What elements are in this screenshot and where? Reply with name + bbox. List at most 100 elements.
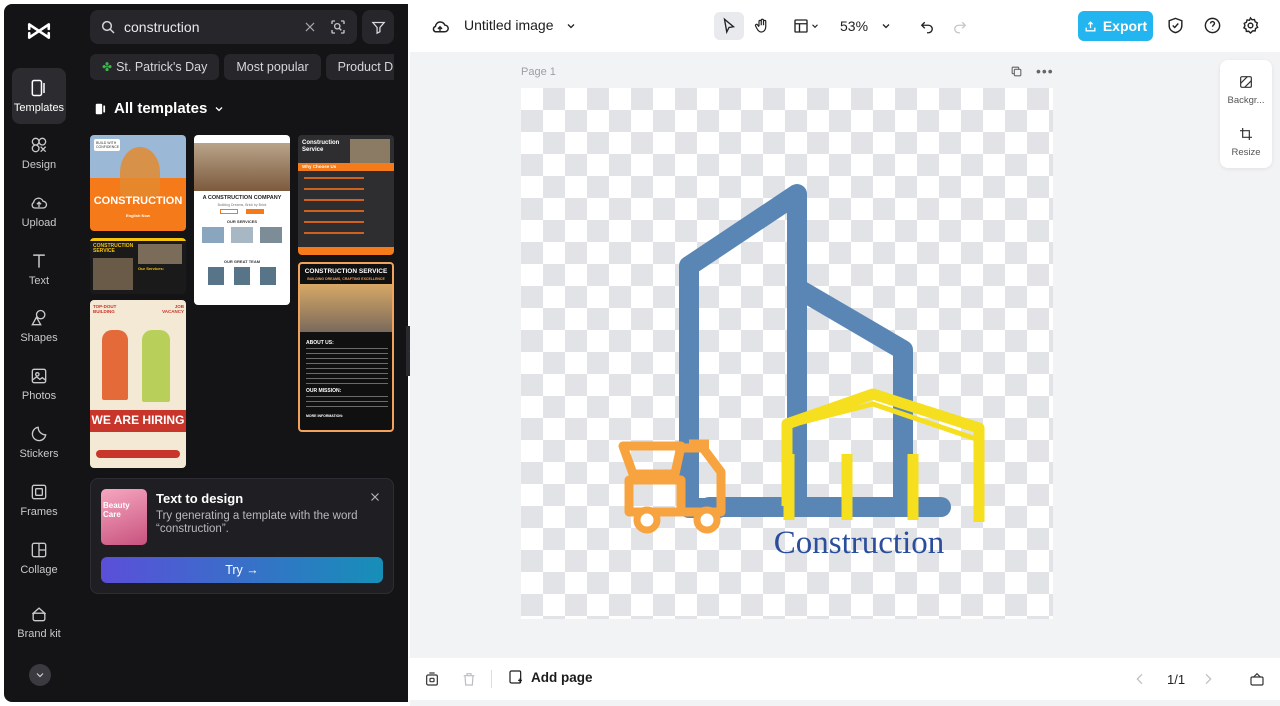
template-thumb[interactable]: CONSTRUCTION SERVICE Our Services: — [90, 238, 186, 294]
truck-wheel — [633, 506, 661, 534]
thumb-worker — [102, 330, 128, 400]
resize-tool-button[interactable]: Resize — [1220, 118, 1272, 166]
template-thumb[interactable]: CONSTRUCTION SERVICE BUILDING DREAMS, CR… — [298, 262, 394, 432]
thumb-btn — [246, 209, 264, 214]
chevron-left-icon[interactable] — [1132, 671, 1148, 687]
left-rail: Templates Design Upload Text Shapes Phot… — [4, 4, 74, 702]
chip-label: Most popular — [236, 60, 309, 74]
thumb-photo — [350, 139, 390, 165]
template-thumb[interactable]: Construction Service Why Choose Us — [298, 135, 394, 255]
try-button[interactable]: Try → — [101, 557, 383, 583]
text-icon — [33, 254, 45, 268]
hand-tool-button[interactable] — [747, 12, 777, 40]
thumb-vacancy: JOB VACANCY — [162, 304, 184, 314]
export-button[interactable]: Export — [1078, 11, 1153, 41]
duplicate-page-icon[interactable] — [1010, 65, 1023, 78]
chip-st-patricks[interactable]: ✤ St. Patrick's Day — [90, 54, 220, 80]
chip-product-discount[interactable]: Product Dis — [325, 54, 394, 80]
thumb-photo — [202, 227, 224, 243]
background-icon — [1240, 76, 1252, 88]
bottom-bar: Add page 1/1 — [410, 658, 1280, 700]
category-chips: ✤St. Patrick's Day Most popular Product Di… — [90, 54, 394, 80]
layout-tool-button[interactable] — [788, 12, 824, 40]
help-icon[interactable] — [1203, 16, 1222, 35]
page-label: Page 1 — [521, 66, 556, 78]
thumb-title: CONSTRUCTION SERVICE — [93, 243, 134, 254]
logo-text: Construction — [774, 525, 945, 561]
filter-icon — [370, 21, 386, 34]
thumb-sub: Building Dreams, Brick by Brick — [217, 203, 267, 207]
thumb-photo — [234, 267, 250, 285]
search-box[interactable]: construction — [90, 10, 357, 44]
hand-icon — [754, 18, 767, 33]
chip-most-popular[interactable]: Most popular — [224, 54, 321, 80]
select-tool-button[interactable] — [714, 12, 744, 40]
rail-item-photos[interactable]: Photos — [12, 356, 66, 412]
add-page-button[interactable]: Add page — [508, 669, 593, 685]
export-label: Export — [1102, 18, 1148, 34]
chevron-down-icon[interactable] — [565, 20, 577, 32]
template-thumb[interactable]: TOP-DOUT BUILDING JOB VACANCY WE ARE HIRI… — [90, 300, 186, 468]
undo-button[interactable] — [912, 12, 942, 40]
templates-panel: construction ✤ St. Patrick's Day Most popu… — [74, 4, 408, 702]
all-templates-dropdown[interactable]: All templates — [94, 100, 225, 117]
chevron-down-icon — [812, 24, 818, 29]
trash-icon[interactable] — [461, 671, 477, 687]
rail-item-upload[interactable]: Upload — [12, 183, 66, 239]
ttd-description: Try generating a template with the word … — [156, 510, 358, 535]
rail-item-design[interactable]: Design — [12, 125, 66, 181]
cursor-icon — [723, 17, 736, 35]
rail-more-chevron-down-icon[interactable] — [29, 664, 51, 686]
thumb-heading: MORE INFORMATION: — [306, 414, 344, 418]
rail-item-shapes[interactable]: Shapes — [12, 298, 66, 354]
template-thumb[interactable]: A CONSTRUCTION COMPANY Building Dreams, … — [194, 135, 290, 305]
search-input[interactable]: construction — [124, 19, 303, 35]
cloud-sync-icon[interactable] — [430, 17, 450, 35]
design-canvas[interactable]: Construction — [521, 88, 1053, 619]
background-tool-button[interactable]: Backgr... — [1220, 66, 1272, 114]
chevron-down-icon[interactable] — [880, 20, 892, 32]
thumb-heading: OUR MISSION: — [306, 388, 342, 394]
filter-button[interactable] — [362, 10, 394, 44]
thumb-stripe — [90, 238, 186, 241]
page-more-icon[interactable]: ••• — [1036, 63, 1054, 79]
image-search-icon[interactable] — [329, 18, 347, 36]
settings-gear-icon[interactable] — [1241, 16, 1260, 35]
thumb-footer — [298, 247, 394, 255]
thumb-cta — [96, 450, 180, 458]
template-thumb[interactable]: BUILD WITH CONFIDENCE CONSTRUCTION Engli… — [90, 135, 186, 231]
rail-item-text[interactable]: Text — [12, 241, 66, 297]
thumb-badge: BUILD WITH CONFIDENCE — [94, 139, 120, 151]
zoom-level[interactable]: 53% — [840, 18, 868, 34]
rail-item-stickers[interactable]: Stickers — [12, 414, 66, 470]
divider — [491, 670, 492, 688]
rail-item-label: Brand kit — [17, 628, 61, 640]
thumb-photo — [300, 284, 392, 332]
export-icon — [1085, 20, 1096, 31]
design-icon — [31, 137, 47, 153]
pages-panel-icon[interactable] — [1249, 671, 1265, 687]
thumb-lines — [306, 396, 388, 410]
page-manager-icon[interactable] — [424, 671, 440, 687]
shapes-icon — [31, 309, 46, 326]
beauty-care-thumb: Beauty Care — [101, 489, 147, 545]
rail-item-templates[interactable]: Templates — [12, 68, 66, 124]
ttd-title: Text to design — [156, 491, 244, 506]
capcut-logo-icon[interactable] — [22, 14, 56, 48]
redo-icon — [954, 21, 967, 34]
rail-item-brand-kit[interactable]: Brand kit — [12, 592, 66, 652]
rail-item-collage[interactable]: Collage — [12, 530, 66, 586]
chip-label: St. Patrick's Day — [116, 60, 208, 74]
thumb-photo — [260, 267, 276, 285]
shield-icon[interactable] — [1166, 16, 1185, 35]
rail-item-label: Design — [21, 159, 57, 171]
rail-item-frames[interactable]: Frames — [12, 472, 66, 528]
thumb-worker — [120, 147, 160, 197]
close-icon[interactable] — [369, 491, 381, 503]
chevron-right-icon[interactable] — [1200, 671, 1216, 687]
thumb-photo — [260, 227, 282, 243]
document-title[interactable]: Untitled image — [464, 17, 554, 33]
redo-button[interactable] — [945, 12, 975, 40]
layout-icon — [794, 19, 808, 33]
clear-search-icon[interactable] — [303, 20, 317, 34]
